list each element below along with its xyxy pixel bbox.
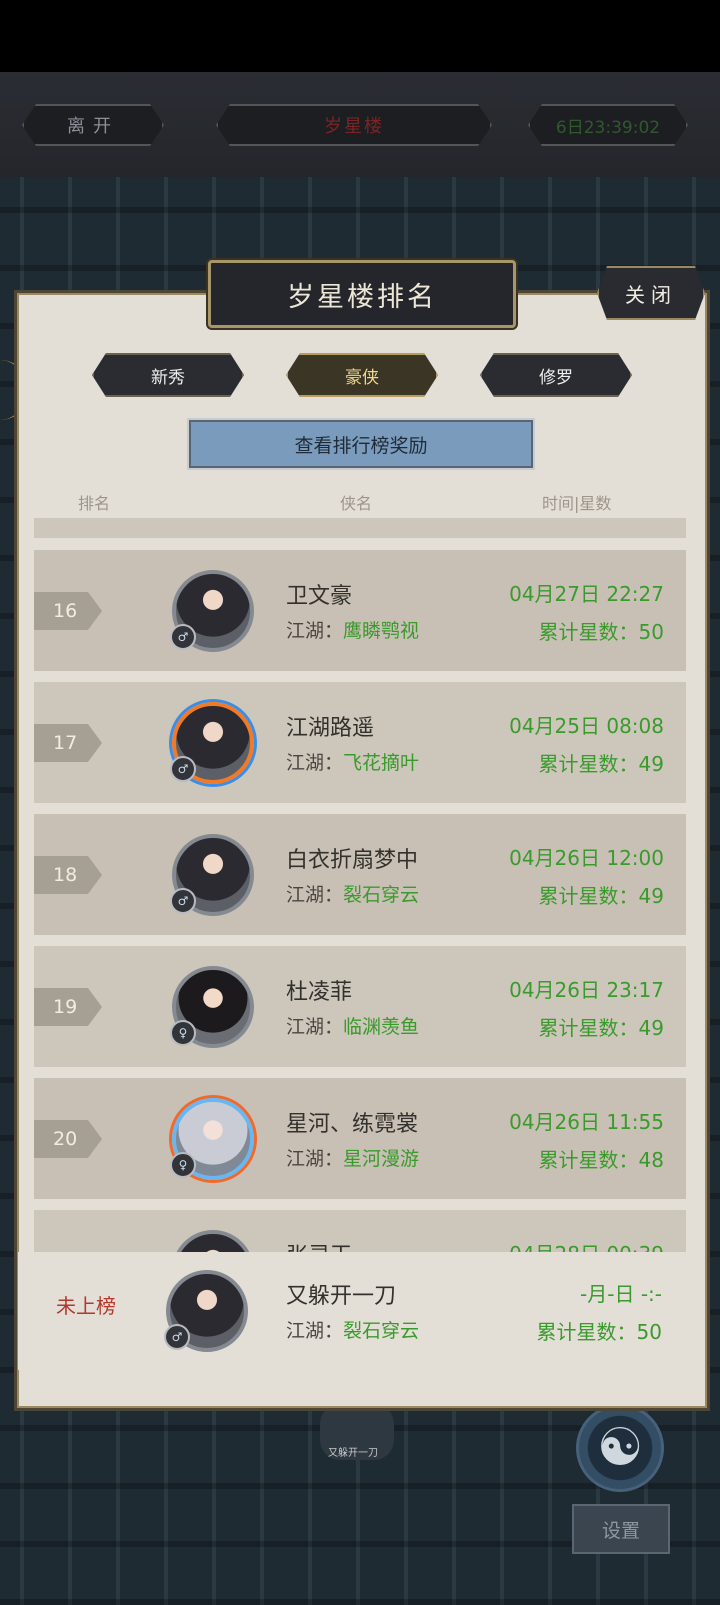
jianghu-label: 江湖： (286, 1016, 344, 1038)
settings-label: 设置 (601, 1519, 640, 1542)
own-rank-status: 未上榜 (56, 1294, 116, 1318)
stars-value: 累计星数：50 (536, 1320, 662, 1344)
time-value: 04月26日 11:55 (509, 1110, 664, 1134)
tab-label: 新秀 (151, 367, 185, 388)
close-label: 关闭 (625, 282, 677, 307)
panel-title-plate: 岁星楼排名 (208, 260, 516, 328)
view-rewards-button[interactable]: 查看排行榜奖励 (187, 418, 535, 470)
stars-value: 累计星数：49 (538, 1016, 664, 1040)
yin-yang-icon[interactable]: ☯ (576, 1404, 664, 1492)
jianghu-title-line: 江湖：裂石穿云 (286, 1316, 419, 1343)
player-name: 白衣折扇梦中 (286, 848, 419, 873)
time-value: 04月26日 23:17 (509, 978, 664, 1002)
jianghu-title: 鹰瞵鹗视 (343, 620, 420, 642)
table-row[interactable]: 张灵玉 04月28日 00:39 (34, 1210, 686, 1254)
player-name-label: 又躲开一刀 (328, 1448, 378, 1459)
time-value: -月-日 -:- (580, 1282, 662, 1306)
jianghu-title: 裂石穿云 (343, 884, 420, 906)
ranking-list[interactable]: 16 ♂ 卫文豪 江湖：鹰瞵鹗视 04月27日 22:27 累计星数：50 17… (34, 518, 686, 1254)
rank-badge: 18 (34, 856, 102, 894)
male-icon: ♂ (164, 1324, 190, 1350)
female-icon: ♀ (170, 1152, 196, 1178)
jianghu-title: 星河漫游 (343, 1148, 420, 1170)
jianghu-label: 江湖： (286, 620, 344, 642)
jianghu-title-line: 江湖：鹰瞵鹗视 (286, 616, 419, 643)
time-value: 04月25日 08:08 (509, 714, 664, 738)
rank-badge: 19 (34, 988, 102, 1026)
close-button[interactable]: 关闭 (597, 266, 705, 320)
player-name: 又躲开一刀 (286, 1284, 397, 1309)
table-row[interactable]: 17 ♂ 江湖路遥 江湖：飞花摘叶 04月25日 08:08 累计星数：49 (34, 682, 686, 803)
stars-value: 累计星数：49 (538, 752, 664, 776)
leave-label: 离开 (67, 116, 119, 137)
player-name: 杜凌菲 (286, 980, 353, 1005)
time-value: 04月27日 22:27 (509, 582, 664, 606)
status-bar (0, 0, 720, 72)
jianghu-label: 江湖： (286, 884, 344, 906)
player-name: 星河、练霓裳 (286, 1112, 419, 1137)
jianghu-title: 临渊羡鱼 (343, 1016, 420, 1038)
jianghu-title-line: 江湖：裂石穿云 (286, 880, 419, 907)
rank-number: 19 (53, 996, 78, 1018)
top-hud: 离开 岁星楼 6日23:39:02 (0, 72, 720, 179)
stars-value: 累计星数：50 (538, 620, 664, 644)
tab-label: 修罗 (539, 367, 573, 388)
rank-number: 17 (53, 732, 78, 754)
jianghu-label: 江湖： (286, 752, 344, 774)
leave-button[interactable]: 离开 (22, 104, 164, 146)
list-item (34, 518, 686, 538)
player-name: 卫文豪 (286, 584, 353, 609)
avatar[interactable] (172, 1230, 254, 1254)
location-label: 岁星楼 (324, 116, 384, 137)
column-header-rank: 排名 (78, 494, 111, 513)
stars-value: 累计星数：49 (538, 884, 664, 908)
table-row[interactable]: 19 ♀ 杜凌菲 江湖：临渊羡鱼 04月26日 23:17 累计星数：49 (34, 946, 686, 1067)
tab-label: 豪侠 (345, 367, 379, 388)
jianghu-label: 江湖： (286, 1148, 344, 1170)
own-ranking-row[interactable]: 未上榜 ♂ 又躲开一刀 江湖：裂石穿云 -月-日 -:- 累计星数：50 (18, 1252, 702, 1370)
jianghu-title-line: 江湖：临渊羡鱼 (286, 1012, 419, 1039)
jianghu-title: 裂石穿云 (343, 1320, 420, 1342)
time-value: 04月26日 12:00 (509, 846, 664, 870)
rank-badge: 20 (34, 1120, 102, 1158)
male-icon: ♂ (170, 756, 196, 782)
tab-xinxiu[interactable]: 新秀 (92, 353, 244, 397)
event-timer: 6日23:39:02 (528, 104, 688, 146)
tab-xiuluo[interactable]: 修罗 (480, 353, 632, 397)
stars-value: 累计星数：48 (538, 1148, 664, 1172)
table-row[interactable]: 20 ♀ 星河、练霓裳 江湖：星河漫游 04月26日 11:55 累计星数：48 (34, 1078, 686, 1199)
male-icon: ♂ (170, 888, 196, 914)
jianghu-label: 江湖： (286, 1320, 344, 1342)
table-row[interactable]: 16 ♂ 卫文豪 江湖：鹰瞵鹗视 04月27日 22:27 累计星数：50 (34, 550, 686, 671)
jianghu-title-line: 江湖：飞花摘叶 (286, 748, 419, 775)
jianghu-title-line: 江湖：星河漫游 (286, 1144, 419, 1171)
panel-title: 岁星楼排名 (287, 281, 437, 313)
female-icon: ♀ (170, 1020, 196, 1046)
table-row[interactable]: 18 ♂ 白衣折扇梦中 江湖：裂石穿云 04月26日 12:00 累计星数：49 (34, 814, 686, 935)
rank-badge: 17 (34, 724, 102, 762)
settings-button[interactable]: 设置 (572, 1504, 670, 1554)
rank-number: 18 (53, 864, 78, 886)
view-rewards-label: 查看排行榜奖励 (294, 434, 428, 457)
rank-number: 16 (53, 600, 78, 622)
player-name: 江湖路遥 (286, 716, 375, 741)
tab-haoxia[interactable]: 豪侠 (286, 353, 438, 397)
column-header-time-stars: 时间|星数 (542, 494, 612, 513)
jianghu-title: 飞花摘叶 (343, 752, 420, 774)
timer-label: 6日23:39:02 (555, 117, 661, 138)
male-icon: ♂ (170, 624, 196, 650)
location-title: 岁星楼 (216, 104, 492, 146)
rank-number: 20 (53, 1128, 78, 1150)
column-header-name: 侠名 (340, 494, 373, 513)
rank-badge: 16 (34, 592, 102, 630)
